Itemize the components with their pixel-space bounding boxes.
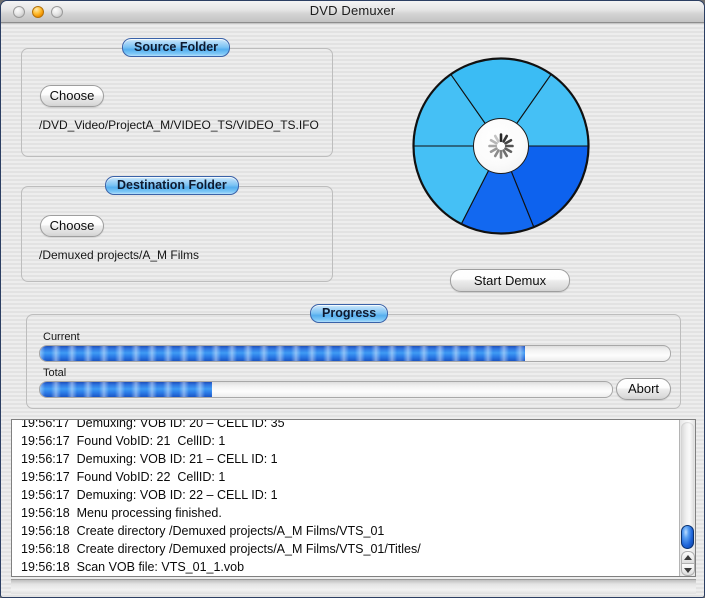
choose-destination-folder-button[interactable]: Choose (40, 215, 104, 237)
log-line: 19:56:17 Demuxing: VOB ID: 21 – CELL ID:… (21, 452, 278, 466)
log-line: 19:56:17 Found VobID: 22 CellID: 1 (21, 470, 226, 484)
log-line: 19:56:18 Scan VOB file: VTS_01_1.vob (21, 560, 245, 574)
app-window: DVD Demuxer Source Folder Choose /DVD_Vi… (0, 0, 705, 598)
window-title: DVD Demuxer (309, 3, 396, 18)
spinner-spoke (493, 149, 500, 158)
progress-group-label: Progress (310, 304, 389, 323)
scroll-down-arrow-icon[interactable] (681, 563, 695, 576)
spinner-spoke (504, 147, 513, 154)
total-progress-fill (40, 382, 212, 397)
spinner-spoke (502, 149, 509, 158)
total-progress-label: Total (43, 367, 67, 379)
destination-folder-path: /Demuxed projects/A_M Films (39, 248, 200, 262)
log-panel: 19:56:17 Demuxing: VOB ID: 20 – CELL ID:… (11, 419, 696, 577)
spinner-spoke (489, 147, 498, 154)
current-progress-bar (39, 345, 671, 362)
choose-source-folder-button[interactable]: Choose (40, 85, 104, 107)
scrollbar-thumb[interactable] (681, 525, 694, 549)
spinner-spoke (504, 138, 513, 145)
log-scrollbar[interactable] (679, 420, 695, 576)
source-folder-path: /DVD_Video/ProjectA_M/VIDEO_TS/VIDEO_TS.… (39, 118, 319, 132)
window-bottom-strip (11, 579, 696, 594)
titlebar-separator (1, 23, 704, 24)
current-progress-fill (40, 346, 526, 361)
log-line: 19:56:18 Create directory /Demuxed proje… (21, 542, 421, 556)
spinner-spoke (493, 134, 500, 143)
total-progress-bar (39, 381, 613, 398)
scrollbar-track[interactable] (681, 422, 694, 530)
spinner-spoke (502, 134, 509, 143)
log-line: 19:56:17 Demuxing: VOB ID: 22 – CELL ID:… (21, 488, 278, 502)
log-text-area[interactable]: 19:56:17 Demuxing: VOB ID: 20 – CELL ID:… (12, 420, 680, 576)
spinner-spoke (489, 138, 498, 145)
destination-folder-group-label: Destination Folder (105, 176, 239, 195)
log-line: 19:56:17 Demuxing: VOB ID: 20 – CELL ID:… (21, 420, 285, 430)
log-line: 19:56:18 Menu processing finished. (21, 506, 222, 520)
abort-button[interactable]: Abort (616, 378, 671, 400)
log-line: 19:56:18 Create directory /Demuxed proje… (21, 524, 385, 538)
source-folder-group-label: Source Folder (122, 38, 231, 57)
log-line-list: 19:56:17 Demuxing: VOB ID: 20 – CELL ID:… (21, 420, 680, 576)
progress-spinner-icon (488, 133, 514, 159)
title-bar[interactable]: DVD Demuxer (1, 1, 704, 23)
start-demux-button[interactable]: Start Demux (450, 269, 570, 292)
current-progress-label: Current (43, 331, 80, 343)
log-line: 19:56:17 Found VobID: 21 CellID: 1 (21, 434, 226, 448)
